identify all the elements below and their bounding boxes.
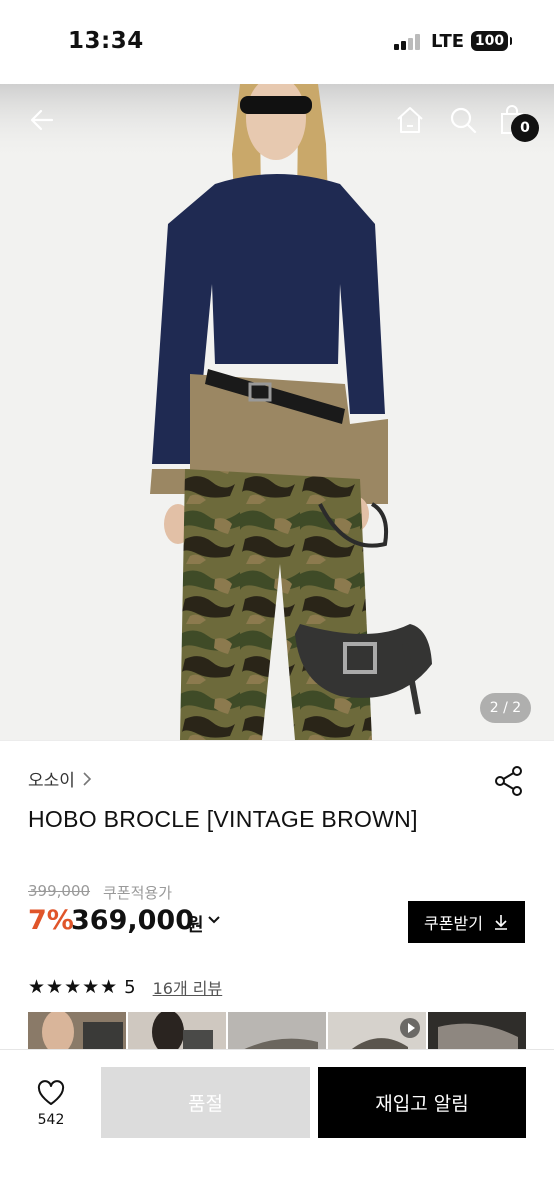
discount-rate: 7% — [28, 905, 74, 936]
review-thumbnail[interactable] — [428, 1012, 526, 1050]
like-count: 542 — [37, 1112, 65, 1128]
review-thumbnail[interactable] — [28, 1012, 126, 1050]
review-video-thumbnail[interactable] — [328, 1012, 426, 1050]
review-count-link[interactable]: 16개 리뷰 — [153, 975, 223, 999]
original-price: 399,000 — [28, 882, 91, 900]
product-info-divider — [0, 740, 554, 741]
review-thumbnails — [28, 1012, 554, 1050]
restock-alert-button[interactable]: 재입고 알림 — [318, 1067, 526, 1138]
brand-name: 오소이 — [28, 771, 75, 791]
chevron-right-icon — [83, 771, 92, 786]
coupon-download-button[interactable]: 쿠폰받기 — [408, 901, 525, 943]
soldout-button[interactable]: 품절 — [101, 1067, 310, 1138]
play-icon — [400, 1018, 420, 1038]
gallery-page-indicator: 2 / 2 — [480, 693, 531, 723]
rating-value: 5 — [124, 976, 136, 998]
star-rating: ★★★★★ — [28, 976, 119, 998]
soldout-label: 품절 — [188, 1093, 223, 1115]
chevron-down-icon[interactable] — [206, 912, 222, 928]
back-arrow-icon[interactable] — [26, 104, 58, 136]
brand-link[interactable]: 오소이 — [28, 766, 93, 791]
currency-label: 원 — [187, 915, 204, 936]
signal-icon — [394, 34, 422, 50]
coupon-price-label: 쿠폰적용가 — [103, 884, 173, 902]
coupon-button-label: 쿠폰받기 — [424, 914, 483, 933]
rating-row: ★★★★★ 5 16개 리뷰 — [28, 975, 222, 999]
product-image-gallery[interactable]: 0 2 / 2 — [0, 84, 554, 740]
restock-label: 재입고 알림 — [375, 1093, 469, 1115]
review-thumbnail[interactable] — [128, 1012, 226, 1050]
share-icon[interactable] — [493, 765, 525, 797]
sale-price: 369,000 — [71, 905, 194, 936]
home-icon[interactable] — [394, 104, 426, 136]
like-button[interactable]: 542 — [30, 1080, 72, 1128]
download-icon — [494, 915, 507, 930]
network-label: LTE — [431, 31, 465, 52]
review-thumbnail[interactable] — [228, 1012, 326, 1050]
product-photo — [0, 84, 554, 740]
battery-icon: 100 — [471, 31, 512, 51]
heart-icon — [37, 1080, 65, 1105]
search-icon[interactable] — [447, 104, 479, 136]
product-name: HOBO BROCLE [VINTAGE BROWN] — [28, 806, 418, 832]
status-time: 13:34 — [68, 28, 144, 54]
status-bar: 13:34 LTE 100 — [0, 0, 554, 84]
cart-count-badge[interactable]: 0 — [511, 114, 539, 142]
